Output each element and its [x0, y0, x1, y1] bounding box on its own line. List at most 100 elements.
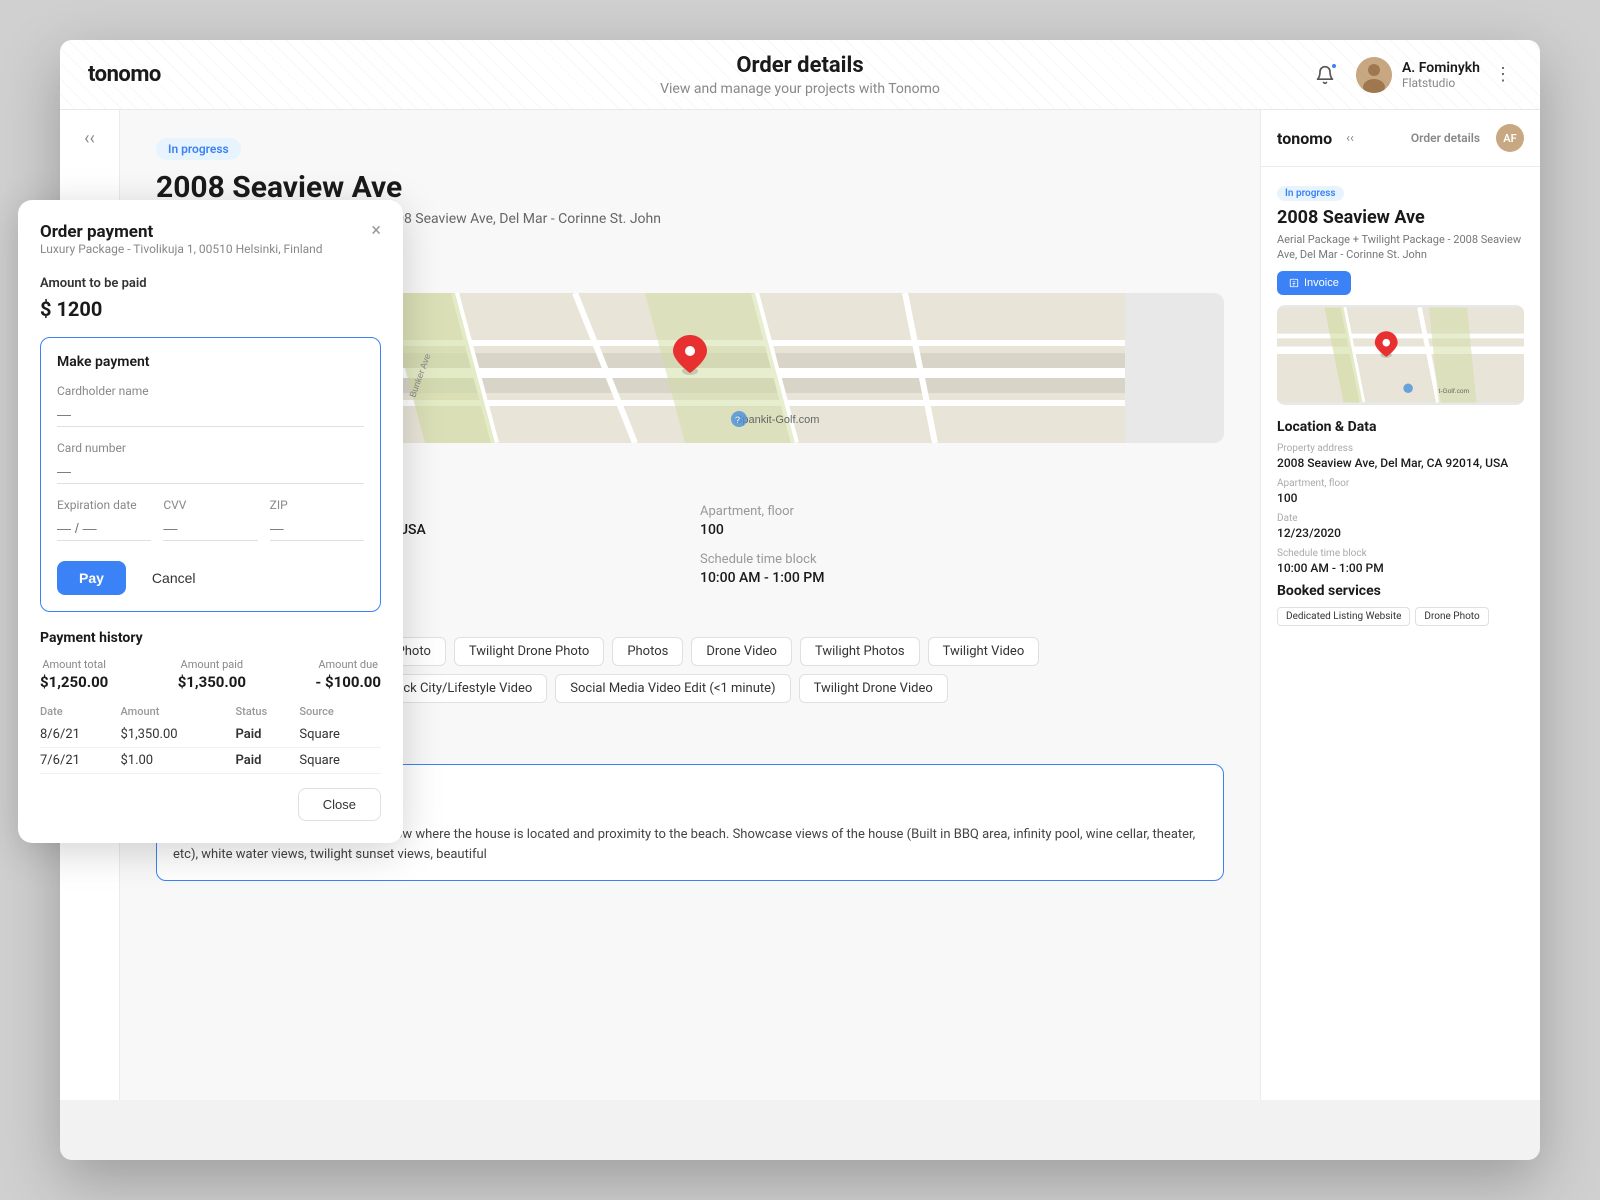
close-button[interactable]: Close — [298, 788, 381, 821]
rp-header: tonomo ‹‹ Order details AF — [1261, 110, 1540, 167]
rp-back-icon[interactable]: ‹‹ — [1346, 131, 1354, 146]
cvv-field: CVV — [163, 498, 257, 541]
app-header: tonomo Order details View and manage you… — [60, 40, 1540, 110]
schedule-value: 10:00 AM - 1:00 PM — [700, 570, 1224, 586]
amount-due-label: Amount due — [315, 658, 381, 671]
rp-booked-title: Booked services — [1277, 583, 1524, 599]
row-status: Paid — [236, 748, 300, 774]
page-subtitle: View and manage your projects with Tonom… — [660, 81, 940, 97]
schedule-label: Schedule time block — [700, 552, 1224, 567]
rp-content: In progress 2008 Seaview Ave Aerial Pack… — [1261, 167, 1540, 640]
service-tag: Twilight Photos — [800, 637, 920, 666]
amount-paid-value: $1,350.00 — [178, 673, 246, 691]
app-logo: tonomo — [88, 62, 161, 87]
notification-bell[interactable] — [1308, 58, 1342, 92]
rp-logo: tonomo — [1277, 129, 1332, 148]
zip-input[interactable] — [270, 516, 364, 541]
rp-avatar: AF — [1496, 124, 1524, 152]
rp-location-section: Location & Data Property address 2008 Se… — [1277, 419, 1524, 575]
card-number-input[interactable] — [57, 459, 364, 484]
cardholder-field: Cardholder name — [57, 384, 364, 427]
rp-page-title-header: Order details — [1411, 131, 1480, 145]
modal-subtitle: Luxury Package - Tivolikuja 1, 00510 Hel… — [40, 242, 323, 256]
table-row: 8/6/21 $1,350.00 Paid Square — [40, 722, 381, 748]
amount-due-item: Amount due - $100.00 — [315, 658, 381, 691]
svg-text:?: ? — [735, 415, 740, 425]
cardholder-input[interactable] — [57, 402, 364, 427]
row-amount: $1,350.00 — [120, 722, 235, 748]
make-payment-title: Make payment — [57, 354, 364, 370]
collapse-icon[interactable]: ‹‹ — [84, 128, 95, 149]
expiration-label: Expiration date — [57, 498, 151, 512]
rp-property-value: 2008 Seaview Ave, Del Mar, CA 92014, USA — [1277, 456, 1524, 470]
rp-service-tag: Drone Photo — [1415, 607, 1488, 626]
rp-date-label: Date — [1277, 513, 1524, 524]
avatar — [1356, 57, 1392, 93]
pay-button[interactable]: Pay — [57, 561, 126, 595]
modal-close-button[interactable]: × — [371, 222, 381, 240]
history-summary: Amount total $1,250.00 Amount paid $1,35… — [40, 658, 381, 691]
card-number-label: Card number — [57, 441, 364, 455]
cancel-button[interactable]: Cancel — [136, 561, 212, 595]
row-date: 8/6/21 — [40, 722, 120, 748]
col-date: Date — [40, 701, 120, 722]
rp-schedule-label: Schedule time block — [1277, 548, 1524, 559]
amount-total-value: $1,250.00 — [40, 673, 108, 691]
row-amount: $1.00 — [120, 748, 235, 774]
col-amount: Amount — [120, 701, 235, 722]
col-status: Status — [236, 701, 300, 722]
notification-dot — [1330, 62, 1338, 70]
cardholder-label: Cardholder name — [57, 384, 364, 398]
amount-paid-item: Amount paid $1,350.00 — [178, 658, 246, 691]
rp-booked-services: Booked services Dedicated Listing Websit… — [1277, 583, 1524, 626]
apartment-label: Apartment, floor — [700, 504, 1224, 519]
page-title: Order details — [660, 53, 940, 78]
rp-status-badge: In progress — [1277, 186, 1344, 201]
more-options-icon[interactable]: ⋮ — [1494, 64, 1512, 85]
amount-due-value: - $100.00 — [315, 673, 381, 691]
modal-header: Order payment Luxury Package - Tivolikuj… — [40, 222, 381, 272]
make-payment-box: Make payment Cardholder name Card number… — [40, 337, 381, 612]
rp-map: t-Golf.com — [1277, 305, 1524, 405]
amount-to-pay-value: $ 1200 — [40, 297, 381, 321]
card-number-field: Card number — [57, 441, 364, 484]
row-source: Square — [299, 748, 381, 774]
rp-service-tag: Dedicated Listing Website — [1277, 607, 1410, 626]
rp-apartment-value: 100 — [1277, 491, 1524, 505]
payment-buttons: Pay Cancel — [57, 561, 364, 595]
amount-total-label: Amount total — [40, 658, 108, 671]
modal-title: Order payment — [40, 222, 323, 242]
service-tag: Twilight Drone Photo — [454, 637, 604, 666]
status-badge: In progress — [156, 138, 241, 160]
amount-paid-label: Amount paid — [178, 658, 246, 671]
rp-schedule-value: 10:00 AM - 1:00 PM — [1277, 561, 1524, 575]
service-tag: Twilight Video — [928, 637, 1040, 666]
service-tag: Social Media Video Edit (<1 minute) — [555, 674, 790, 703]
amount-to-pay-label: Amount to be paid — [40, 276, 381, 291]
right-panel: tonomo ‹‹ Order details AF In progress 2… — [1260, 110, 1540, 1100]
user-name: A. Fominykh — [1402, 60, 1480, 76]
rp-date-value: 12/23/2020 — [1277, 526, 1524, 540]
rp-location-title: Location & Data — [1277, 419, 1524, 435]
rp-description: Aerial Package + Twilight Package - 2008… — [1277, 232, 1524, 263]
rp-property-label: Property address — [1277, 443, 1524, 454]
row-source: Square — [299, 722, 381, 748]
expiration-field: Expiration date — [57, 498, 151, 541]
payment-modal: Order payment Luxury Package - Tivolikuj… — [18, 200, 403, 843]
history-table: Date Amount Status Source 8/6/21 $1,350.… — [40, 701, 381, 774]
card-details-row: Expiration date CVV ZIP — [57, 498, 364, 555]
service-tag: Twilight Drone Video — [799, 674, 948, 703]
service-tag: Photos — [612, 637, 683, 666]
col-source: Source — [299, 701, 381, 722]
expiration-input[interactable] — [57, 516, 151, 541]
svg-text:Spankit-Golf.com: Spankit-Golf.com — [735, 414, 819, 426]
row-date: 7/6/21 — [40, 748, 120, 774]
rp-invoice-button[interactable]: Invoice — [1277, 271, 1351, 295]
user-info: A. Fominykh Flatstudio — [1356, 57, 1480, 93]
zip-label: ZIP — [270, 498, 364, 512]
cvv-input[interactable] — [163, 516, 257, 541]
header-right: A. Fominykh Flatstudio ⋮ — [1308, 57, 1512, 93]
rp-tags-container: Dedicated Listing Website Drone Photo — [1277, 607, 1524, 626]
service-tag: Drone Video — [691, 637, 792, 666]
cvv-label: CVV — [163, 498, 257, 512]
